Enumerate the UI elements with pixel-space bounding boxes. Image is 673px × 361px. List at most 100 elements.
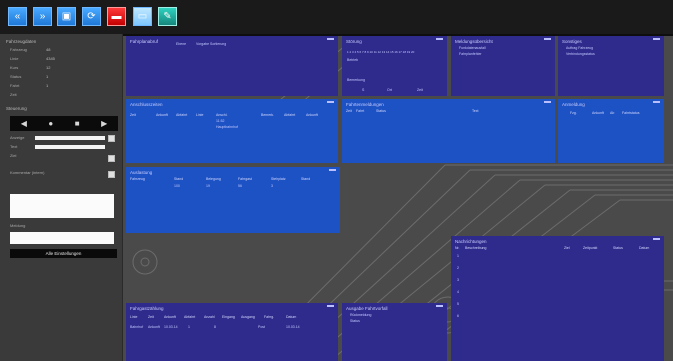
panel-title: Anschlusszeiten [130,102,163,107]
panel-title: Fahrplanabruf [130,39,159,44]
panel-close-icon[interactable] [327,38,334,40]
panel-title: Fahrtenmeldungen [346,102,384,107]
row-number: 1 [457,254,459,258]
col-header: Status [376,109,386,113]
save-icon[interactable]: ▣ [57,7,76,26]
level-label: Ebene [176,42,187,46]
table-cell: 56 [238,184,242,188]
col-header: Stand [301,177,311,181]
refresh-icon[interactable]: ⟳ [82,7,101,26]
field-row: Kurs 12 [10,65,50,70]
field-row: Zeit [10,92,17,97]
list-item[interactable]: Auftrag Fahrzeug [566,46,593,50]
operation-label: Betrieb [347,58,359,62]
panel-misc: Sonstiges Auftrag Fahrzeug Verbindungsst… [558,36,664,96]
col-header: Eingang [222,315,235,319]
panel-title: Meldungsübersicht [455,39,493,44]
panel-close-icon[interactable] [327,101,334,103]
table-cell: Hauptbahnhof [216,125,238,129]
display-checkbox[interactable] [108,135,115,142]
row-number: 6 [457,314,459,318]
double-chevron-right-icon[interactable]: » [33,7,52,26]
comment-textarea[interactable] [10,194,114,218]
panel-close-icon[interactable] [329,169,336,171]
list-item[interactable]: Rückmeldung [350,313,371,317]
display-input[interactable] [35,136,105,140]
all-settings-button[interactable]: Alle Einstellungen [10,249,117,258]
window-icon[interactable]: ▭ [133,7,152,26]
panel-close-icon[interactable] [544,101,551,103]
step-forward-icon[interactable]: ▶ [101,119,107,128]
panel-close-icon[interactable] [653,38,660,40]
slot-numbers: 1 2 3 4 5 6 7 8 9 10 11 12 13 14 15 16 1… [347,50,415,54]
col-header: Fahrg. [264,315,275,319]
edit-icon[interactable]: ✎ [158,7,177,26]
double-chevron-left-icon[interactable]: « [8,7,27,26]
col-header: Fahrt [356,109,365,113]
table-cell: 10.03.14 [286,325,300,329]
field-value: 12 [46,65,51,70]
list-item[interactable]: Verbindungsstatus [566,52,595,56]
panel-disturbance: Störung 1 2 3 4 5 6 7 8 9 10 11 12 13 14… [342,36,447,96]
delete-icon[interactable]: ▬ [107,7,126,26]
comment-checkbox[interactable] [108,171,115,178]
col-header: Anzahl [204,315,215,319]
panel-close-icon[interactable] [327,305,334,307]
col-header: Ankunft [164,315,176,319]
panel-title: Nachrichtungen [455,239,487,244]
field-label: Status [10,74,22,79]
col-header: Fahrtstatus [622,111,640,115]
col-header: Zeit [130,113,136,117]
panel-title: Anmeldung [562,102,585,107]
col-header: Zeit [148,315,154,319]
message-textarea[interactable] [10,232,114,244]
comment-label: Kommentar (intern) [10,170,45,175]
panel-close-icon[interactable] [653,238,660,240]
col-header: Linie [130,315,138,319]
play-icon[interactable]: ● [48,119,53,128]
col-header: Abfahrt [184,315,196,319]
section-title-vehicle: Fahrzeugdaten [6,39,37,44]
col-header: Abfahrt [284,113,296,117]
panel-close-icon[interactable] [436,38,443,40]
table-cell: 3 [271,184,273,188]
col-header: Beschreibung [465,246,487,250]
stop-icon[interactable]: ■ [75,119,80,128]
col-header: Abfahrt [176,113,188,117]
panel-close-icon[interactable] [653,101,660,103]
table-cell: 1 [188,325,190,329]
step-back-icon[interactable]: ◀ [21,119,27,128]
col-header: Anschl. [216,113,228,117]
text-input[interactable] [35,145,105,149]
row-number: 3 [457,278,459,282]
list-item[interactable]: Funkdatenausfall [459,46,486,50]
field-row: Fahrt 1 [10,83,48,88]
col-header: Fahrgast [238,177,252,181]
table-cell: 11:52 [216,119,225,123]
list-item[interactable]: Status [350,319,360,323]
col-header: Stehplatz [271,177,286,181]
field-label: Fahrzeug [10,47,27,52]
col-header: Ankunft [156,113,168,117]
panel-title: Sonstiges [562,39,582,44]
panel-connection-times: Anschlusszeiten Zeit Ankunft Abfahrt Lin… [126,99,338,163]
col-header: Nr. [455,246,460,250]
col-header: Fahrzeug [130,177,145,181]
panel-schedule: Fahrplanabruf Ebene Vorgabe Sortierung [126,36,338,96]
col-header: S [362,88,365,92]
table-cell: 100 [174,184,180,188]
list-item[interactable]: Fahrplanfehler [459,52,482,56]
col-header: Zeit [346,109,352,113]
col-header: Ort [387,88,392,92]
col-header: Datum [639,246,650,250]
field-label: Fahrt [10,83,20,88]
table-cell: Post [258,325,266,329]
col-header: Zeitpunkt [583,246,598,250]
panel-registration: Anmeldung Fzg. Ankunft Ab Fahrtstatus [558,99,664,163]
field-label: Anzeige [10,135,25,140]
panel-title: Auslastung [130,170,153,175]
panel-close-icon[interactable] [544,38,551,40]
text-checkbox[interactable] [108,155,115,162]
panel-close-icon[interactable] [436,305,443,307]
row-number: 2 [457,266,459,270]
